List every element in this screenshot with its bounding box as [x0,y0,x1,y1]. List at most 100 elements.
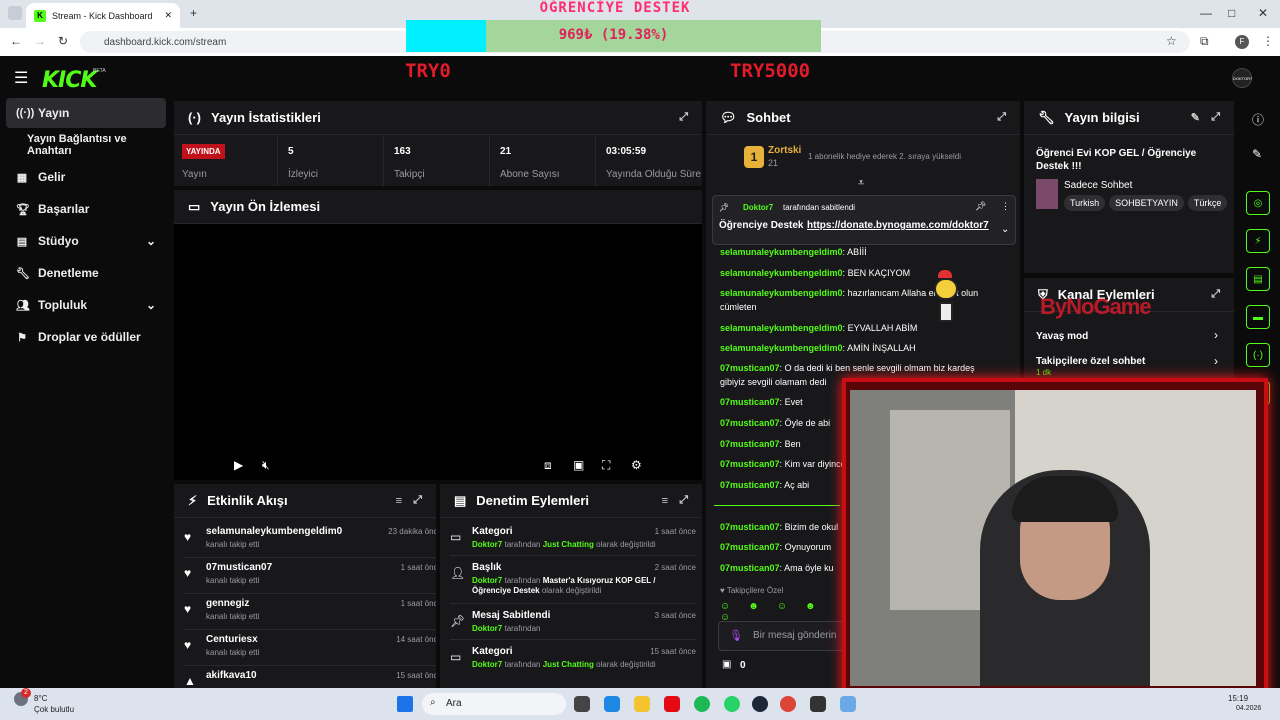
edit-pencil-icon[interactable]: ✎ [1252,147,1262,161]
spotify-icon[interactable] [694,696,710,712]
hamburger-menu-icon[interactable]: ☰ [14,68,28,88]
chat-user[interactable]: 07mustican07 [720,480,780,490]
settings-gear-icon[interactable]: ⚙ [631,458,642,472]
emote-bar[interactable]: ☺☻☺☻☺ [720,601,840,623]
moderation-user[interactable]: Doktor7 [472,576,502,585]
play-icon[interactable]: ▶ [234,458,243,472]
sidebar-item-yayin[interactable]: ((·)) Yayın [6,98,166,128]
expand-icon[interactable]: ⤢ [1211,288,1220,301]
tab-close-icon[interactable]: ✕ [164,10,172,21]
minimize-icon[interactable]: — [1200,6,1212,20]
slow-mode-row[interactable]: Yavaş mod › [1024,326,1234,346]
clip-icon[interactable]: ◎ [1246,191,1270,215]
sidebar-item-droplar[interactable]: ⚑ Droplar ve ödüller [6,322,166,352]
clock-time[interactable]: 15:19 [1228,694,1248,703]
sidebar-item-gelir[interactable]: ▦ Gelir [6,162,166,192]
pinned-link[interactable]: https://donate.bynogame.com/doktor7 [807,220,989,231]
filter-icon[interactable]: ≡ [662,495,668,507]
pip-icon[interactable]: ⧈ [544,458,552,473]
mute-icon[interactable]: 🔇︎ [262,458,270,473]
microphone-icon[interactable]: 🎙︎ [729,629,743,642]
gift-user[interactable]: Zortski [768,145,801,156]
whatsapp-icon[interactable] [724,696,740,712]
bookmark-star-icon[interactable]: ☆ [1166,34,1177,48]
activity-user[interactable]: gennegiz [206,598,249,609]
tab-menu-icon[interactable] [8,6,22,20]
broadcast-icon[interactable]: (·) [1246,343,1270,367]
moderation-user[interactable]: Doktor7 [472,540,502,549]
chat-user[interactable]: 07mustican07 [720,459,780,469]
back-icon[interactable]: ← [10,34,22,48]
windows-start-icon[interactable] [397,696,413,712]
sidebar-item-studyo[interactable]: ▤ Stüdyo ⌄ [6,226,166,256]
channel-points-icon[interactable]: ▣ [722,659,731,670]
chat-user[interactable]: 07mustican07 [720,363,780,373]
window-close-icon[interactable]: ✕ [1258,6,1268,20]
weather-temp[interactable]: 8°C [34,694,47,703]
netflix-icon[interactable] [664,696,680,712]
expand-icon[interactable]: ⤢ [1211,111,1220,124]
chat-user[interactable]: selamunaleykumbengeldim0 [720,323,843,333]
chat-user[interactable]: selamunaleykumbengeldim0 [720,288,843,298]
expand-icon[interactable]: ⤢ [413,494,422,507]
filter-icon[interactable]: ≡ [396,495,402,507]
sidebar-item-stream-key[interactable]: Yayın Bağlantısı ve Anahtarı [6,130,166,160]
obs-icon[interactable] [810,696,826,712]
chrome-icon[interactable] [780,696,796,712]
chat-bubble-icon[interactable]: ▬ [1246,305,1270,329]
list-icon[interactable]: ▤ [1246,267,1270,291]
moderation-user[interactable]: Doktor7 [472,660,502,669]
sidebar-item-basarilar[interactable]: 🏆︎ Başarılar [6,194,166,224]
moderation-user[interactable]: Doktor7 [472,624,502,633]
explorer-icon[interactable] [634,696,650,712]
chat-user[interactable]: 07mustican07 [720,522,780,532]
stream-category[interactable]: Sadece Sohbet [1064,180,1132,191]
bolt-icon[interactable]: ⚡︎ [1246,229,1270,253]
more-icon[interactable]: ⋮ [1001,201,1010,212]
unpin-icon[interactable]: 📌︎ [975,201,986,212]
taskbar-search[interactable]: ⌕ Ara [422,693,566,715]
edit-pencil-icon[interactable]: ✎ [1191,111,1200,124]
info-icon[interactable]: ⓘ [1252,111,1264,128]
forward-icon[interactable]: → [34,34,46,48]
activity-user[interactable]: Centuriesx [206,634,258,645]
browser-tab[interactable]: K Stream - Kick Dashboard ✕ [26,3,180,28]
chat-user[interactable]: 07mustican07 [720,397,780,407]
extensions-icon[interactable]: ⧉ [1200,34,1209,49]
chevron-down-icon[interactable]: ⌄ [1001,224,1009,235]
expand-icon[interactable]: ⤢ [997,111,1006,124]
chat-user[interactable]: 07mustican07 [720,439,780,449]
collapse-icon[interactable]: ⩡ [858,177,864,190]
chat-user[interactable]: 07mustican07 [720,563,780,573]
maximize-icon[interactable]: □ [1228,6,1235,20]
expand-icon[interactable]: ⤢ [679,111,688,124]
sidebar-item-denetleme[interactable]: 🔧︎ Denetleme [6,258,166,288]
profile-icon[interactable]: F [1235,35,1249,49]
fullscreen-icon[interactable]: ⛶ [602,458,610,473]
tag-chip[interactable]: Türkçe [1187,195,1228,211]
edge-icon[interactable] [604,696,620,712]
steam-icon[interactable] [752,696,768,712]
chat-user[interactable]: 07mustican07 [720,418,780,428]
sidebar-item-topluluk[interactable]: 👥︎ Topluluk ⌄ [6,290,166,320]
theater-icon[interactable]: ▣ [573,458,584,472]
chat-user[interactable]: selamunaleykumbengeldim0 [720,343,843,353]
followers-chat-row[interactable]: Takipçilere özel sohbet 1 dk › [1024,352,1234,378]
task-view-icon[interactable] [574,696,590,712]
tag-chip[interactable]: Turkish [1064,195,1106,211]
activity-user[interactable]: 07mustican07 [206,562,272,573]
app-icon[interactable] [840,696,856,712]
chat-user[interactable]: 07mustican07 [720,542,780,552]
expand-icon[interactable]: ⤢ [679,494,688,507]
chat-user[interactable]: selamunaleykumbengeldim0 [720,247,843,257]
tag-chip[interactable]: SOHBETYAYIN [1109,195,1184,211]
pinned-user[interactable]: Doktor7 [743,203,773,212]
avatar[interactable]: DOKTOR7 [1232,68,1252,88]
activity-user[interactable]: akifkava10 [206,670,257,681]
reload-icon[interactable]: ↻ [58,34,68,48]
activity-user[interactable]: selamunaleykumbengeldim0 [206,526,342,537]
kick-logo[interactable]: KICK [42,68,97,93]
browser-menu-icon[interactable]: ⋮ [1262,34,1274,48]
video-player[interactable] [174,224,702,480]
chat-user[interactable]: selamunaleykumbengeldim0 [720,268,843,278]
